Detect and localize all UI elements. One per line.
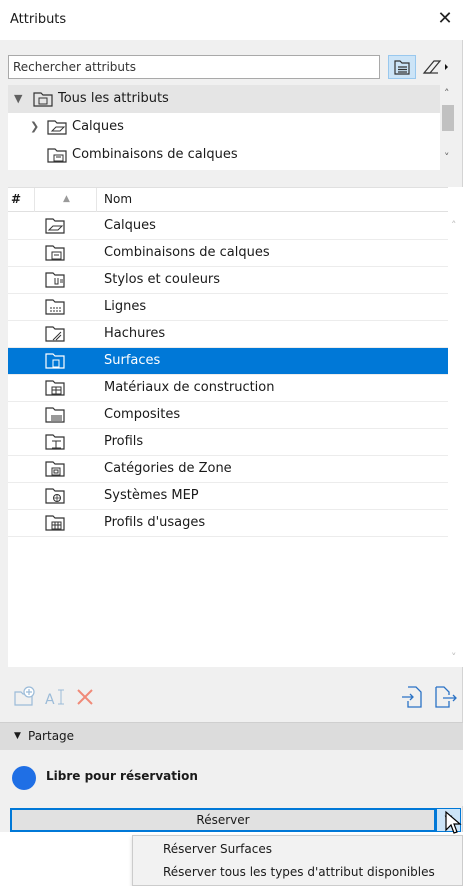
layer-combinations-icon <box>47 148 67 163</box>
export-button[interactable] <box>432 684 458 710</box>
chevron-down-icon[interactable]: ▼ <box>14 92 22 105</box>
list-item-label: Catégories de Zone <box>104 461 232 476</box>
tree-item-label: Tous les attributs <box>58 91 169 106</box>
new-folder-icon <box>14 686 35 706</box>
list-item-label: Profils <box>104 434 144 449</box>
import-button[interactable] <box>400 684 426 710</box>
layers-icon <box>45 218 65 234</box>
search-input[interactable] <box>8 55 380 79</box>
column-divider[interactable] <box>34 188 35 212</box>
list-item-label: Surfaces <box>104 353 161 368</box>
delete-button[interactable] <box>72 684 98 710</box>
status-text: Libre pour réservation <box>46 769 198 783</box>
import-icon <box>402 686 422 708</box>
folder-icon <box>33 92 53 107</box>
svg-text:A: A <box>45 692 55 708</box>
mouse-cursor-icon <box>445 810 462 834</box>
rename-text-icon: A <box>45 689 64 708</box>
list-item[interactable]: Combinaisons de calques <box>8 240 448 267</box>
pencil-ruler-icon <box>422 60 448 74</box>
close-icon[interactable]: ✕ <box>435 8 455 30</box>
menu-item-reserve-surfaces[interactable]: Réserver Surfaces <box>163 842 272 856</box>
delete-x-icon <box>77 689 93 705</box>
list-item-label: Combinaisons de calques <box>104 245 270 260</box>
reservation-status: Libre pour réservation <box>0 750 463 806</box>
layers-icon <box>47 120 67 135</box>
list-item-label: Calques <box>104 218 156 233</box>
list-scrollbar[interactable]: ˄ ˅ <box>448 187 463 667</box>
profiles-icon <box>45 434 65 450</box>
attribute-tree: ▼ Tous les attributs ❯ Calques Combinais… <box>8 85 440 170</box>
list-item[interactable]: Catégories de Zone <box>8 456 448 483</box>
tree-item-all[interactable]: ▼ Tous les attributs <box>8 85 440 113</box>
list-item[interactable]: Composites <box>8 402 448 429</box>
scroll-down-icon[interactable]: ˅ <box>451 651 457 664</box>
list-item-label: Profils d'usages <box>104 515 206 530</box>
list-item[interactable]: Lignes <box>8 294 448 321</box>
list-item[interactable]: Profils d'usages <box>8 510 448 537</box>
window-title: Attributs <box>10 12 67 27</box>
list-item[interactable]: Stylos et couleurs <box>8 267 448 294</box>
new-attribute-button[interactable] <box>12 684 38 710</box>
layer-combinations-icon <box>45 245 65 261</box>
reserve-button[interactable]: Réserver <box>10 808 436 832</box>
list-item[interactable]: Calques <box>8 213 448 240</box>
list-item[interactable]: Hachures <box>8 321 448 348</box>
column-divider[interactable] <box>96 188 97 212</box>
collapse-triangle-icon[interactable]: ▼ <box>14 731 21 741</box>
list-view-icon <box>394 60 410 75</box>
tree-scrollbar[interactable]: ˄ ˅ <box>440 85 456 170</box>
composites-icon <box>45 407 65 423</box>
tree-item-label: Calques <box>72 119 124 134</box>
scroll-down-icon[interactable]: ˅ <box>444 151 450 164</box>
list-view-button[interactable] <box>388 55 416 79</box>
list-item-selected[interactable]: Surfaces <box>8 348 448 375</box>
zone-categories-icon <box>45 461 65 477</box>
export-icon <box>435 686 457 708</box>
status-dot-icon <box>12 766 36 790</box>
lines-icon <box>45 299 65 315</box>
attribute-list: # ▲ Nom Calques Combinaisons de calques … <box>8 187 448 667</box>
section-title: Partage <box>28 729 75 743</box>
column-number-header[interactable]: # <box>11 192 21 206</box>
menu-item-reserve-all[interactable]: Réserver tous les types d'attribut dispo… <box>163 865 435 879</box>
fills-icon <box>45 326 65 342</box>
list-item-label: Stylos et couleurs <box>104 272 221 287</box>
list-header: # ▲ Nom <box>8 188 448 212</box>
list-item[interactable]: Matériaux de construction <box>8 375 448 402</box>
tree-item-layers[interactable]: ❯ Calques <box>8 113 440 141</box>
column-name-header[interactable]: Nom <box>104 192 132 206</box>
list-item-label: Lignes <box>104 299 147 314</box>
list-item-label: Composites <box>104 407 181 422</box>
rename-button[interactable]: A <box>42 684 68 710</box>
list-item-label: Matériaux de construction <box>104 380 275 395</box>
scroll-up-icon[interactable]: ˄ <box>444 87 450 100</box>
reserve-dropdown-menu: Réserver Surfaces Réserver tous les type… <box>132 835 463 886</box>
scroll-thumb[interactable] <box>442 105 454 131</box>
sharing-section-header[interactable]: ▼ Partage <box>0 722 463 750</box>
tree-item-label: Combinaisons de calques <box>72 147 238 162</box>
mep-systems-icon <box>45 488 65 504</box>
list-item-label: Systèmes MEP <box>104 488 199 503</box>
tree-item-layer-combinations[interactable]: Combinaisons de calques <box>8 141 440 169</box>
attribute-toolbar: A <box>0 680 463 716</box>
list-item[interactable]: Systèmes MEP <box>8 483 448 510</box>
list-item[interactable]: Profils <box>8 429 448 456</box>
search-row <box>8 55 463 79</box>
attribute-manager-button[interactable] <box>420 55 448 79</box>
scroll-up-icon[interactable]: ˄ <box>451 219 457 232</box>
attributes-panel: Attributs ✕ ▼ Tous les attributs <box>0 0 463 832</box>
operation-profiles-icon <box>45 515 65 531</box>
surfaces-icon <box>45 353 65 369</box>
chevron-right-icon[interactable]: ❯ <box>30 120 39 133</box>
building-materials-icon <box>45 380 65 396</box>
title-bar: Attributs ✕ <box>0 0 463 40</box>
list-item-label: Hachures <box>104 326 166 341</box>
sort-ascending-icon[interactable]: ▲ <box>63 194 70 204</box>
pens-colors-icon <box>45 272 65 288</box>
